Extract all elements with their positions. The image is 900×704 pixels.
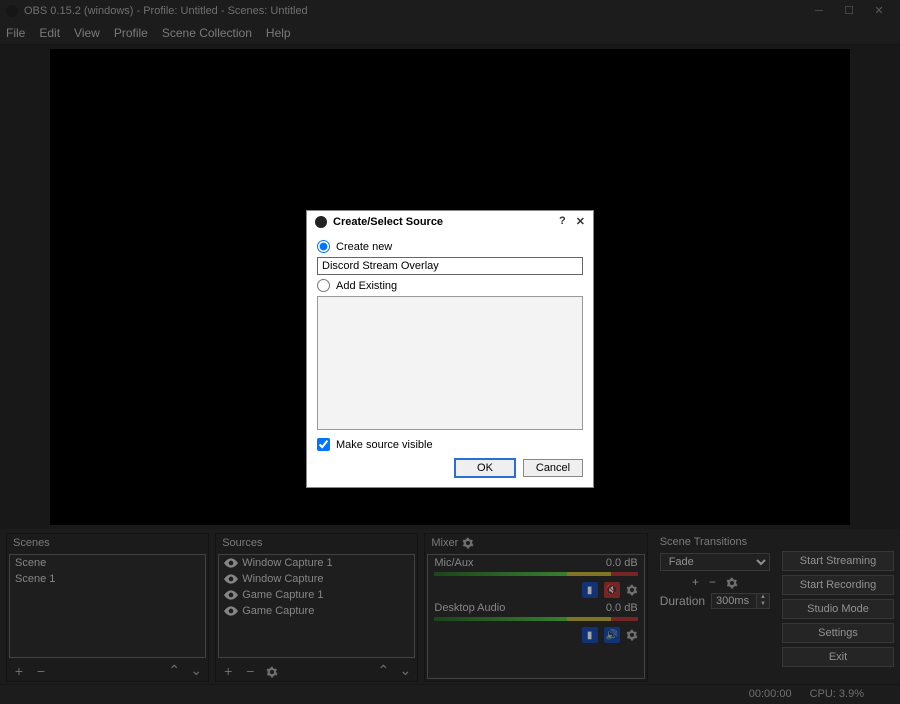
create-source-dialog: Create/Select Source ? ✕ Create new Add … [306, 210, 594, 488]
dialog-close-button[interactable]: ✕ [576, 215, 585, 228]
dialog-title: Create/Select Source [333, 216, 443, 228]
existing-sources-list[interactable] [317, 296, 583, 430]
add-existing-label: Add Existing [336, 280, 397, 292]
add-existing-radio-row[interactable]: Add Existing [317, 279, 583, 292]
source-name-input[interactable] [317, 257, 583, 275]
make-visible-label: Make source visible [336, 439, 433, 451]
make-visible-checkbox[interactable] [317, 438, 330, 451]
create-new-radio-row[interactable]: Create new [317, 240, 583, 253]
ok-button[interactable]: OK [455, 459, 515, 477]
create-new-radio[interactable] [317, 240, 330, 253]
modal-overlay: Create/Select Source ? ✕ Create new Add … [0, 0, 900, 704]
dialog-icon [315, 216, 327, 228]
create-new-label: Create new [336, 241, 392, 253]
make-visible-row[interactable]: Make source visible [317, 438, 583, 451]
dialog-titlebar: Create/Select Source ? ✕ [307, 211, 593, 232]
add-existing-radio[interactable] [317, 279, 330, 292]
help-button[interactable]: ? [559, 215, 566, 228]
cancel-button[interactable]: Cancel [523, 459, 583, 477]
